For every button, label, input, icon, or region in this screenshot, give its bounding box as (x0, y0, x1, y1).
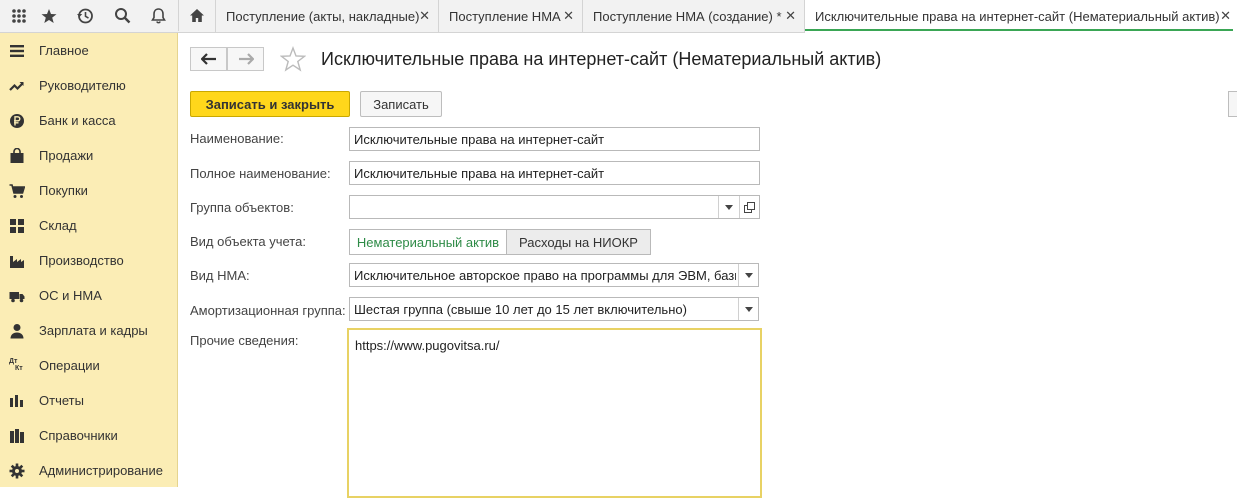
tab-receipts[interactable]: Поступление (акты, накладные) ✕ (215, 0, 438, 32)
sidebar-item-label: Главное (39, 43, 89, 58)
group-open-button[interactable] (739, 196, 759, 218)
sidebar-item-purchases[interactable]: Покупки (0, 173, 178, 208)
sidebar-item-label: Отчеты (39, 393, 84, 408)
forward-button[interactable] (227, 47, 264, 71)
history-icon[interactable] (66, 0, 103, 31)
amort-group-field[interactable]: Шестая группа (свыше 10 лет до 15 лет вк… (349, 297, 759, 321)
close-icon[interactable]: ✕ (419, 8, 430, 24)
other-info-label: Прочие сведения: (190, 333, 299, 348)
chevron-down-icon (744, 306, 753, 312)
amort-group-dropdown-button[interactable] (738, 298, 758, 320)
form-area: Исключительные права на интернет-сайт (Н… (179, 33, 1237, 498)
sidebar-item-label: Руководителю (39, 78, 126, 93)
truck-icon (9, 292, 25, 303)
menu-icon (10, 45, 24, 57)
dt-kt-icon: Дт Кт (9, 358, 25, 374)
top-bar: Поступление (акты, накладные) ✕ Поступле… (0, 0, 1237, 33)
sidebar-item-main[interactable]: Главное (0, 33, 178, 68)
sidebar-item-production[interactable]: Производство (0, 243, 178, 278)
sidebar-item-salary[interactable]: Зарплата и кадры (0, 313, 178, 348)
sidebar-item-label: Продажи (39, 148, 94, 163)
sidebar-item-label: Администрирование (39, 463, 163, 478)
sidebar-item-administration[interactable]: Администрирование (0, 453, 178, 488)
dt-text: Дт (9, 358, 18, 365)
tab-label: Поступление (акты, накладные) (226, 8, 420, 24)
nma-type-label: Вид НМА: (190, 268, 250, 283)
nma-type-field[interactable]: Исключительное авторское право на програ… (349, 263, 759, 287)
sidebar-item-label: Справочники (39, 428, 118, 443)
group-field[interactable] (349, 195, 760, 219)
close-icon[interactable]: ✕ (1220, 8, 1231, 24)
sidebar-item-label: Операции (39, 358, 100, 373)
tab-nma-create[interactable]: Поступление НМА (создание) * ✕ (582, 0, 804, 32)
save-button[interactable]: Записать (360, 91, 442, 117)
sidebar-item-operations[interactable]: Дт Кт Операции (0, 348, 178, 383)
tab-label: Поступление НМА (449, 8, 561, 24)
favorite-star-icon[interactable] (279, 46, 307, 72)
sidebar-item-label: Покупки (39, 183, 88, 198)
tab-label: Исключительные права на интернет-сайт (Н… (815, 9, 1220, 24)
amort-group-label: Амортизационная группа: (190, 303, 346, 318)
sidebar-item-bank[interactable]: Банк и касса (0, 103, 178, 138)
bar-chart-icon (10, 395, 23, 407)
bag-icon (10, 148, 24, 163)
chevron-down-icon (724, 204, 733, 210)
search-icon[interactable] (104, 0, 141, 31)
nma-type-value: Исключительное авторское право на програ… (354, 268, 736, 283)
nma-type-dropdown-button[interactable] (738, 264, 758, 286)
full-name-label: Полное наименование: (190, 166, 331, 181)
sidebar-item-warehouse[interactable]: Склад (0, 208, 178, 243)
save-and-close-button[interactable]: Записать и закрыть (190, 91, 350, 117)
factory-icon (10, 256, 24, 268)
home-icon[interactable] (178, 0, 215, 31)
sidebar-item-label: Зарплата и кадры (39, 323, 148, 338)
trend-icon (9, 82, 24, 91)
sidebar-item-fixed-assets[interactable]: ОС и НМА (0, 278, 178, 313)
sidebar-item-label: Производство (39, 253, 124, 268)
arrow-right-icon (238, 53, 254, 65)
close-icon[interactable]: ✕ (563, 8, 574, 24)
bell-icon[interactable] (140, 0, 177, 31)
page-title: Исключительные права на интернет-сайт (Н… (321, 49, 882, 69)
person-icon (10, 324, 24, 339)
sidebar-item-reports[interactable]: Отчеты (0, 383, 178, 418)
warehouse-icon (10, 219, 24, 233)
chevron-down-icon (744, 272, 753, 278)
back-button[interactable] (190, 47, 227, 71)
amort-group-value: Шестая группа (свыше 10 лет до 15 лет вк… (354, 302, 687, 317)
sidebar-item-label: ОС и НМА (39, 288, 102, 303)
star-icon[interactable] (30, 0, 67, 31)
tab-label: Поступление НМА (создание) * (593, 8, 782, 24)
sidebar-item-manager[interactable]: Руководителю (0, 68, 178, 103)
cart-icon (9, 184, 25, 198)
sidebar-item-label: Банк и касса (39, 113, 116, 128)
close-icon[interactable]: ✕ (785, 8, 796, 24)
sidebar-item-directories[interactable]: Справочники (0, 418, 178, 453)
segment-rnd-costs[interactable]: Расходы на НИОКР (506, 229, 651, 255)
more-button[interactable] (1228, 91, 1237, 117)
name-label: Наименование: (190, 131, 284, 146)
other-info-textarea[interactable]: https://www.pugovitsa.ru/ (347, 328, 762, 498)
sidebar-item-sales[interactable]: Продажи (0, 138, 178, 173)
kt-text: Кт (15, 365, 23, 372)
sidebar: Главное Руководителю Банк и касса Продаж… (0, 33, 178, 487)
books-icon (10, 429, 24, 443)
ruble-icon (10, 114, 24, 128)
arrow-left-icon (200, 53, 216, 65)
tab-nma-receipts[interactable]: Поступление НМА ✕ (438, 0, 582, 32)
group-label: Группа объектов: (190, 200, 294, 215)
full-name-field[interactable]: Исключительные права на интернет-сайт (349, 161, 760, 185)
segment-intangible-asset[interactable]: Нематериальный актив (349, 229, 507, 255)
group-dropdown-button[interactable] (718, 196, 738, 218)
name-field[interactable]: Исключительные права на интернет-сайт (349, 127, 760, 151)
gear-icon (9, 463, 25, 479)
open-form-icon (744, 201, 755, 213)
active-tab-underline (805, 29, 1233, 31)
tab-intangible-asset[interactable]: Исключительные права на интернет-сайт (Н… (804, 0, 1237, 33)
account-type-label: Вид объекта учета: (190, 234, 306, 249)
sidebar-item-label: Склад (39, 218, 77, 233)
